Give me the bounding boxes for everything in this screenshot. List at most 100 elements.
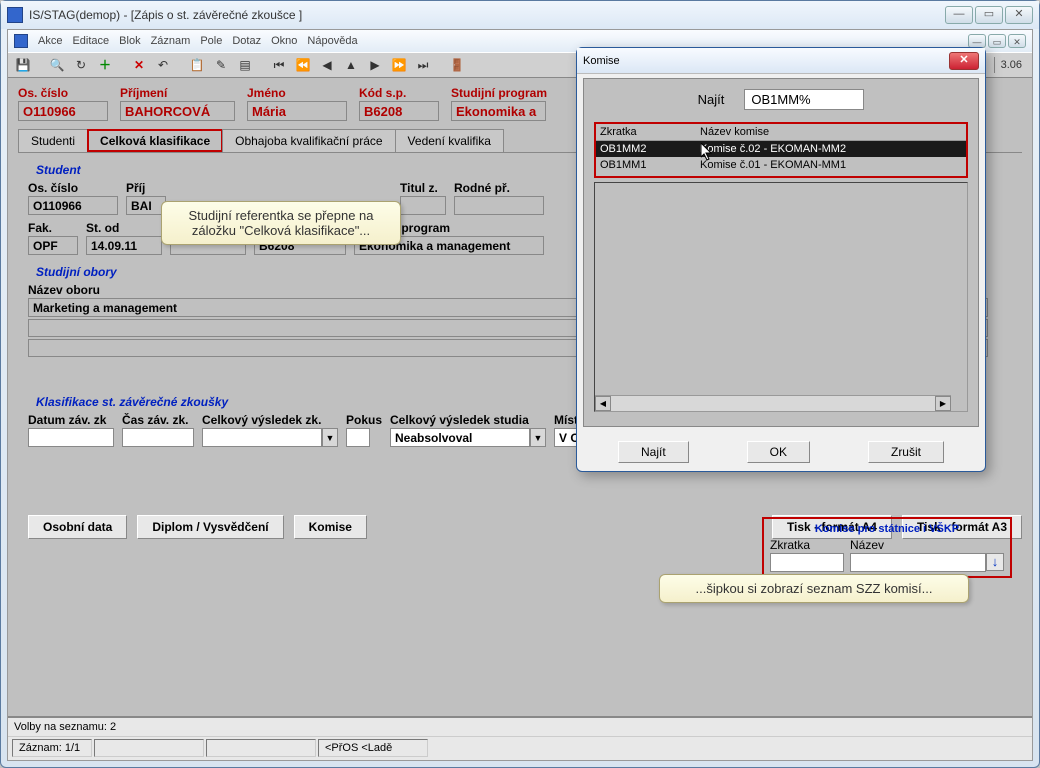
modal-close-button[interactable]: ✕ bbox=[949, 52, 979, 70]
mdi-icon bbox=[14, 34, 28, 48]
prijmeni-field: BAI bbox=[126, 196, 166, 215]
vysledekstud-label: Celkový výsledek studia bbox=[390, 413, 546, 427]
fak-label: Fak. bbox=[28, 221, 78, 235]
save-icon[interactable]: 💾 bbox=[12, 55, 34, 75]
copy-icon[interactable]: 📋 bbox=[186, 55, 208, 75]
col-nazev-header: Název komise bbox=[696, 124, 966, 140]
edit-icon[interactable]: ✎ bbox=[210, 55, 232, 75]
os-cislo-header-label: Os. číslo bbox=[18, 86, 108, 100]
next-icon[interactable]: ▶ bbox=[364, 55, 386, 75]
najit-input[interactable] bbox=[744, 89, 864, 110]
menu-pole[interactable]: Pole bbox=[200, 35, 222, 47]
komise-lookup-arrow-icon[interactable]: ↓ bbox=[986, 553, 1004, 571]
vysledekzk-label: Celkový výsledek zk. bbox=[202, 413, 338, 427]
jmeno-header-label: Jméno bbox=[247, 86, 347, 100]
prev-icon[interactable]: ◀ bbox=[316, 55, 338, 75]
datum-input[interactable] bbox=[28, 428, 114, 447]
modal-row-0[interactable]: OB1MM2 Komise č.02 - EKOMAN-MM2 bbox=[596, 141, 966, 157]
modal-row-0-zkratka: OB1MM2 bbox=[596, 141, 696, 157]
pokus-label: Pokus bbox=[346, 413, 382, 427]
kodsp-header-label: Kód s.p. bbox=[359, 86, 439, 100]
modal-najit-button[interactable]: Najít bbox=[618, 441, 689, 463]
titlebar: IS/STAG(demop) - [Zápis o st. závěrečné … bbox=[1, 1, 1039, 29]
tab-vedeni[interactable]: Vedení kvalifika bbox=[395, 129, 504, 152]
next-page-icon[interactable]: ⏩ bbox=[388, 55, 410, 75]
mdi-restore-button[interactable]: ▭ bbox=[988, 34, 1006, 48]
maximize-button[interactable]: ▭ bbox=[975, 6, 1003, 24]
prev-page-icon[interactable]: ⏪ bbox=[292, 55, 314, 75]
undo-icon[interactable]: ↶ bbox=[152, 55, 174, 75]
minimize-button[interactable]: — bbox=[945, 6, 973, 24]
tab-obhajoba[interactable]: Obhajoba kvalifikační práce bbox=[222, 129, 395, 152]
menu-dotaz[interactable]: Dotaz bbox=[232, 35, 261, 47]
tooltip-tab: Studijní referentka se přepne na záložku… bbox=[161, 201, 401, 245]
first-icon[interactable]: ⏮ bbox=[268, 55, 290, 75]
statusbar: Volby na seznamu: 2 Záznam: 1/1 <PřOS <L… bbox=[8, 716, 1032, 760]
exit-icon[interactable]: 🚪 bbox=[446, 55, 468, 75]
stod-label: St. od bbox=[86, 221, 162, 235]
stod-field: 14.09.11 bbox=[86, 236, 162, 255]
status-cell-2 bbox=[94, 739, 204, 757]
komise-modal: Komise ✕ Najít Zkratka Název komise OB1M… bbox=[576, 47, 986, 472]
modal-row-0-nazev: Komise č.02 - EKOMAN-MM2 bbox=[696, 141, 966, 157]
list-icon[interactable]: ▤ bbox=[234, 55, 256, 75]
tab-studenti[interactable]: Studenti bbox=[18, 129, 88, 152]
os-cislo-header-value: O110966 bbox=[18, 101, 108, 121]
najit-label: Najít bbox=[698, 92, 725, 107]
cas-input[interactable] bbox=[122, 428, 194, 447]
vysledekzk-dropdown[interactable]: ▼ bbox=[322, 428, 338, 447]
mdi-min-button[interactable]: — bbox=[968, 34, 986, 48]
rodne-field bbox=[454, 196, 544, 215]
osobni-data-button[interactable]: Osobní data bbox=[28, 515, 127, 539]
diplom-button[interactable]: Diplom / Vysvědčení bbox=[137, 515, 283, 539]
komise-nazev-input[interactable] bbox=[850, 553, 986, 572]
komise-button[interactable]: Komise bbox=[294, 515, 367, 539]
prijmeni-header-value: BAHORCOVÁ bbox=[120, 101, 235, 121]
vysledekzk-input[interactable] bbox=[202, 428, 322, 447]
modal-empty-area: ◀ ▶ bbox=[594, 182, 968, 412]
modal-title-text: Komise bbox=[583, 55, 620, 67]
pokus-input[interactable] bbox=[346, 428, 370, 447]
menu-blok[interactable]: Blok bbox=[119, 35, 140, 47]
vysledekstud-dropdown[interactable]: ▼ bbox=[530, 428, 546, 447]
menu-akce[interactable]: Akce bbox=[38, 35, 62, 47]
modal-hscroll[interactable]: ◀ ▶ bbox=[595, 395, 951, 411]
refresh-icon[interactable]: ↻ bbox=[70, 55, 92, 75]
modal-row-1-zkratka: OB1MM1 bbox=[596, 157, 696, 173]
status-cell-3 bbox=[206, 739, 316, 757]
col-zkratka-header: Zkratka bbox=[596, 124, 696, 140]
delete-icon[interactable]: ✕ bbox=[128, 55, 150, 75]
menu-napoveda[interactable]: Nápověda bbox=[307, 35, 357, 47]
close-button[interactable]: ✕ bbox=[1005, 6, 1033, 24]
modal-ok-button[interactable]: OK bbox=[747, 441, 810, 463]
next-up-icon[interactable]: ▲ bbox=[340, 55, 362, 75]
modal-list: Zkratka Název komise OB1MM2 Komise č.02 … bbox=[594, 122, 968, 178]
scroll-left-icon[interactable]: ◀ bbox=[595, 396, 611, 411]
last-icon[interactable]: ⏭ bbox=[412, 55, 434, 75]
add-icon[interactable]: ＋ bbox=[94, 55, 116, 75]
app-icon bbox=[7, 7, 23, 23]
prijmeni-header-label: Příjmení bbox=[120, 86, 235, 100]
tab-celkova-klasifikace[interactable]: Celková klasifikace bbox=[87, 129, 223, 152]
rodne-label: Rodné př. bbox=[454, 181, 544, 195]
datum-label: Datum záv. zk bbox=[28, 413, 114, 427]
komise-zkratka-input[interactable] bbox=[770, 553, 844, 572]
studprog-header-value: Ekonomika a bbox=[451, 101, 546, 121]
status-count: Volby na seznamu: 2 bbox=[8, 718, 1032, 737]
scroll-right-icon[interactable]: ▶ bbox=[935, 396, 951, 411]
modal-zrusit-button[interactable]: Zrušit bbox=[868, 441, 944, 463]
search-icon[interactable]: 🔍 bbox=[46, 55, 68, 75]
fak-field: OPF bbox=[28, 236, 78, 255]
menu-zaznam[interactable]: Záznam bbox=[151, 35, 191, 47]
komise-zkratka-label: Zkratka bbox=[770, 538, 844, 552]
modal-row-1[interactable]: OB1MM1 Komise č.01 - EKOMAN-MM1 bbox=[596, 157, 966, 173]
vysledekstud-input[interactable]: Neabsolvoval bbox=[390, 428, 530, 447]
menu-editace[interactable]: Editace bbox=[72, 35, 109, 47]
komise-panel: Komise pro státnice i VŠKP Zkratka Název… bbox=[762, 517, 1012, 578]
os-cislo-field: O110966 bbox=[28, 196, 118, 215]
version-label: 3.06 bbox=[994, 57, 1028, 73]
menu-okno[interactable]: Okno bbox=[271, 35, 297, 47]
os-cislo-label: Os. číslo bbox=[28, 181, 118, 195]
mdi-close-button[interactable]: ✕ bbox=[1008, 34, 1026, 48]
prijmeni-label: Příj bbox=[126, 181, 166, 195]
